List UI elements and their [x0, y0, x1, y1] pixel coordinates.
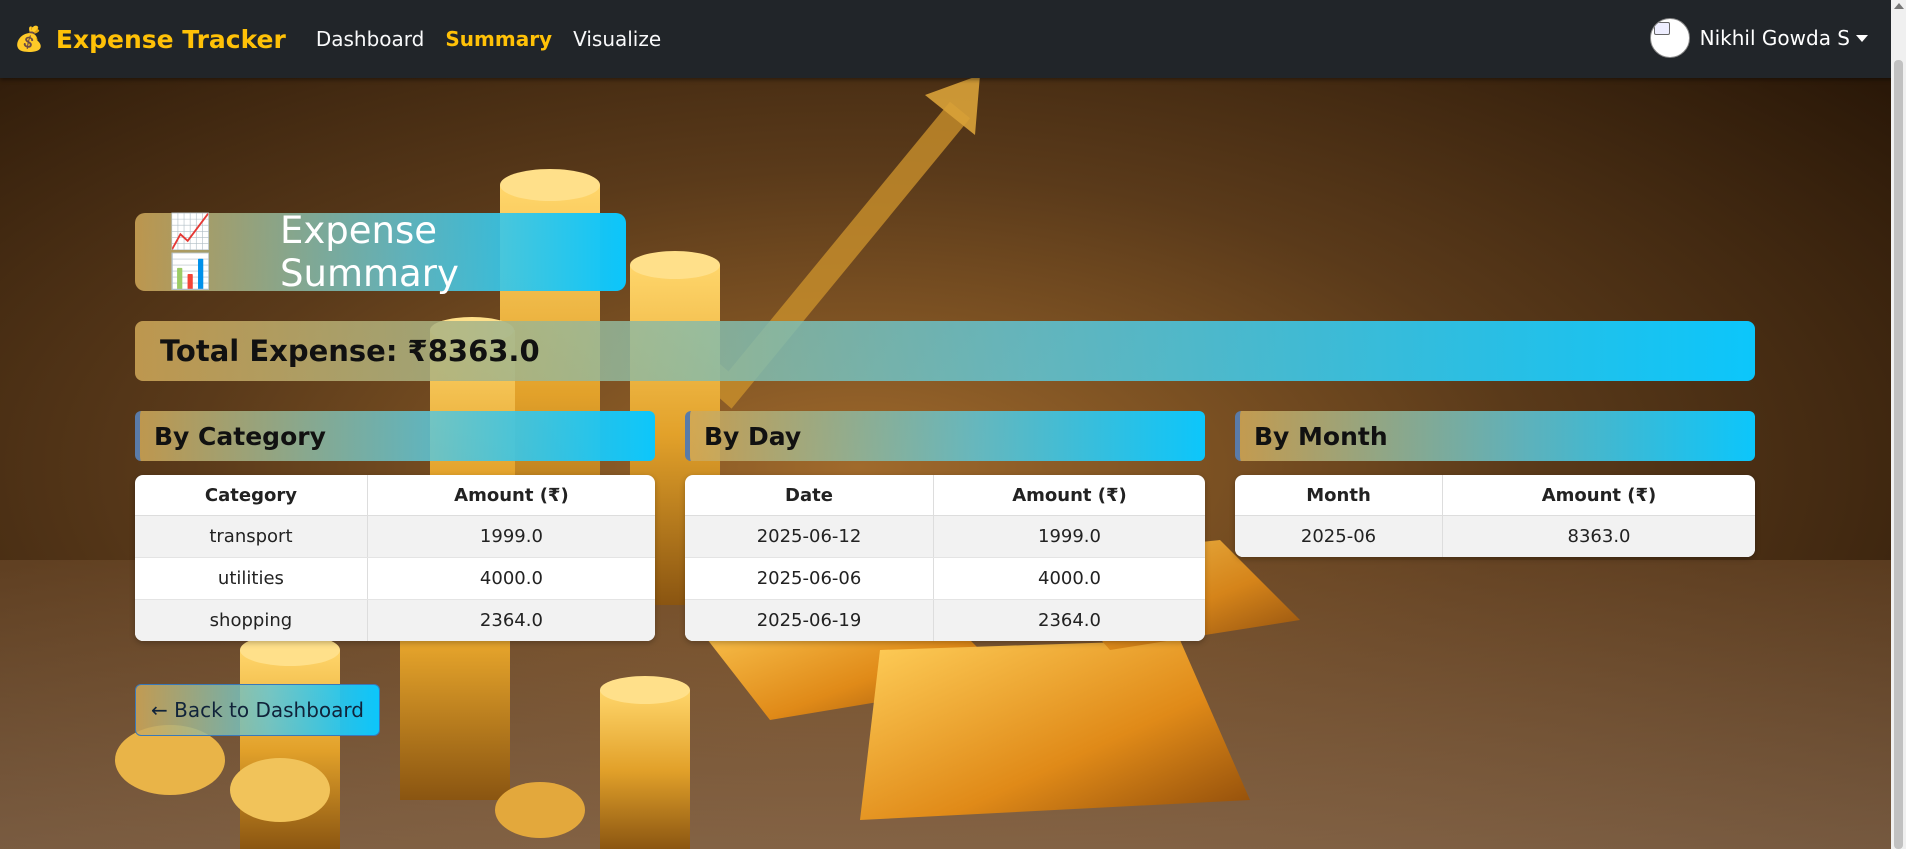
table-cell: 1999.0	[367, 515, 655, 558]
column-header: Month	[1235, 475, 1444, 516]
column-header: Amount (₹)	[1442, 475, 1755, 516]
user-dropdown[interactable]: Nikhil Gowda S	[1649, 18, 1868, 58]
nav-link-summary[interactable]: Summary	[445, 27, 552, 51]
section-by-category: By Category Category Amount (₹) transpor…	[135, 411, 655, 641]
table-cell: shopping	[135, 599, 368, 641]
column-header: Date	[685, 475, 934, 516]
day-table-card: Date Amount (₹) 2025-06-12 1999.0 2025-0…	[685, 475, 1205, 641]
table-row: 2025-06-06 4000.0	[685, 557, 1205, 600]
section-heading: By Day	[685, 411, 1205, 461]
table-row: transport 1999.0	[135, 515, 655, 558]
table-cell: 2025-06-19	[685, 599, 934, 641]
month-table-card: Month Amount (₹) 2025-06 8363.0	[1235, 475, 1755, 557]
table-row: utilities 4000.0	[135, 557, 655, 600]
scrollbar-thumb[interactable]	[1894, 60, 1903, 849]
category-table-card: Category Amount (₹) transport 1999.0 uti…	[135, 475, 655, 641]
table-cell: 2364.0	[933, 599, 1205, 641]
user-name: Nikhil Gowda S	[1699, 26, 1850, 50]
section-heading: By Month	[1235, 411, 1755, 461]
month-table: Month Amount (₹) 2025-06 8363.0	[1235, 475, 1755, 557]
scroll-up-icon[interactable]	[1894, 3, 1904, 9]
section-by-month: By Month Month Amount (₹) 2025-06 8363.0	[1235, 411, 1755, 557]
table-row: 2025-06-19 2364.0	[685, 599, 1205, 641]
back-to-dashboard-button[interactable]: ← Back to Dashboard	[135, 684, 380, 736]
section-by-day: By Day Date Amount (₹) 2025-06-12 1999.0…	[685, 411, 1205, 641]
total-expense-text: Total Expense: ₹8363.0	[160, 334, 540, 368]
nav-link-dashboard[interactable]: Dashboard	[316, 27, 425, 51]
column-header: Amount (₹)	[933, 475, 1205, 516]
brand-link[interactable]: 💰 Expense Tracker	[14, 25, 286, 54]
day-table: Date Amount (₹) 2025-06-12 1999.0 2025-0…	[685, 475, 1205, 641]
category-table: Category Amount (₹) transport 1999.0 uti…	[135, 475, 655, 641]
brand-name: Expense Tracker	[55, 24, 286, 54]
scrollbar[interactable]	[1891, 0, 1906, 849]
table-cell: 1999.0	[933, 515, 1205, 558]
chart-icon: 📈 📊	[169, 212, 212, 292]
table-cell: 4000.0	[933, 557, 1205, 600]
page-title: 📈 📊 Expense Summary	[135, 209, 626, 295]
table-cell: 8363.0	[1442, 515, 1755, 557]
table-cell: 2025-06-12	[685, 515, 934, 558]
table-row: 2025-06 8363.0	[1235, 515, 1755, 557]
section-heading: By Category	[135, 411, 655, 461]
table-cell: 4000.0	[367, 557, 655, 600]
table-row: shopping 2364.0	[135, 599, 655, 641]
nav-link-visualize[interactable]: Visualize	[573, 27, 661, 51]
table-cell: 2025-06-06	[685, 557, 934, 600]
money-bag-icon: 💰	[14, 25, 44, 53]
table-cell: utilities	[135, 557, 368, 600]
table-cell: 2025-06	[1235, 515, 1444, 557]
avatar	[1649, 18, 1690, 58]
table-row: 2025-06-12 1999.0	[685, 515, 1205, 558]
table-cell: 2364.0	[367, 599, 655, 641]
column-header: Amount (₹)	[367, 475, 655, 516]
nav-links: Dashboard Summary Visualize	[316, 27, 682, 51]
column-header: Category	[135, 475, 368, 516]
page-title-text: Expense Summary	[280, 209, 459, 295]
caret-down-icon	[1856, 34, 1868, 42]
total-expense-banner: Total Expense: ₹8363.0	[135, 321, 1755, 381]
navbar: 💰 Expense Tracker Dashboard Summary Visu…	[0, 0, 1906, 78]
table-cell: transport	[135, 515, 368, 558]
